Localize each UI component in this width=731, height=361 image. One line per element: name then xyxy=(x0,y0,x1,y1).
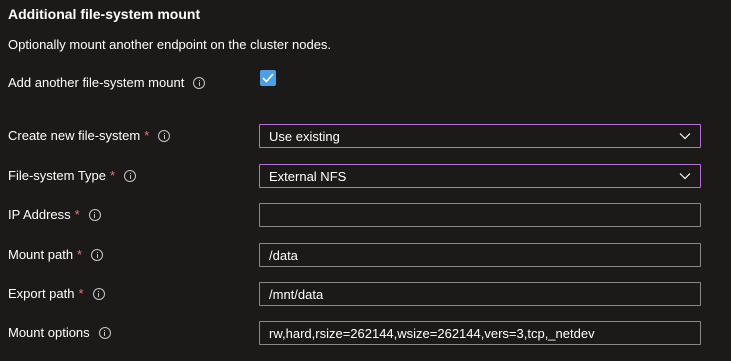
mount-path-label-wrap: Mount path * xyxy=(8,247,104,263)
ip-address-input[interactable] xyxy=(259,203,701,227)
ip-address-row: IP Address * xyxy=(0,203,731,227)
info-icon[interactable] xyxy=(193,77,206,89)
mount-options-row: Mount options rw,hard,rsize=262144,wsize… xyxy=(0,321,731,345)
mount-options-input[interactable]: rw,hard,rsize=262144,wsize=262144,vers=3… xyxy=(259,321,701,345)
info-icon[interactable] xyxy=(124,170,137,182)
info-icon[interactable] xyxy=(88,209,101,221)
ip-address-label-wrap: IP Address * xyxy=(8,207,101,223)
required-asterisk: * xyxy=(77,247,83,262)
create-fs-select[interactable]: Use existing xyxy=(259,124,701,148)
ip-address-label: IP Address xyxy=(8,207,71,222)
file-system-mount-section: Additional file-system mount Optionally … xyxy=(0,0,731,361)
required-asterisk: * xyxy=(74,207,80,222)
add-mount-label-wrap: Add another file-system mount xyxy=(8,75,206,91)
required-asterisk: * xyxy=(110,168,116,183)
fs-type-label-wrap: File-system Type * xyxy=(8,168,137,184)
section-description: Optionally mount another endpoint on the… xyxy=(8,37,332,52)
add-mount-checkbox[interactable] xyxy=(260,70,276,86)
create-fs-row: Create new file-system * Use existing xyxy=(0,124,731,148)
required-asterisk: * xyxy=(78,286,84,301)
export-path-row: Export path * /mnt/data xyxy=(0,282,731,306)
required-asterisk: * xyxy=(144,128,150,143)
export-path-label: Export path xyxy=(8,286,75,301)
info-icon[interactable] xyxy=(92,288,105,300)
export-path-value: /mnt/data xyxy=(269,287,324,302)
info-icon[interactable] xyxy=(158,130,171,142)
mount-options-label-wrap: Mount options xyxy=(8,325,111,341)
add-mount-row: Add another file-system mount xyxy=(0,70,731,92)
export-path-input[interactable]: /mnt/data xyxy=(259,282,701,306)
section-heading: Additional file-system mount xyxy=(8,6,201,22)
fs-type-value: External NFS xyxy=(269,169,347,184)
export-path-label-wrap: Export path * xyxy=(8,286,105,302)
mount-path-row: Mount path * /data xyxy=(0,243,731,267)
create-fs-label: Create new file-system xyxy=(8,128,141,143)
add-mount-label: Add another file-system mount xyxy=(8,75,185,90)
fs-type-select[interactable]: External NFS xyxy=(259,164,701,188)
mount-path-input[interactable]: /data xyxy=(259,243,701,267)
create-fs-label-wrap: Create new file-system * xyxy=(8,128,171,144)
chevron-down-icon xyxy=(679,133,691,140)
mount-path-value: /data xyxy=(269,248,298,263)
checkmark-icon xyxy=(262,73,274,83)
info-icon[interactable] xyxy=(98,327,111,339)
create-fs-value: Use existing xyxy=(269,129,340,144)
info-icon[interactable] xyxy=(91,249,104,261)
fs-type-label: File-system Type xyxy=(8,168,107,183)
fs-type-row: File-system Type * External NFS xyxy=(0,164,731,188)
mount-options-value: rw,hard,rsize=262144,wsize=262144,vers=3… xyxy=(269,326,595,341)
chevron-down-icon xyxy=(679,173,691,180)
mount-options-label: Mount options xyxy=(8,325,90,340)
mount-path-label: Mount path xyxy=(8,247,74,262)
